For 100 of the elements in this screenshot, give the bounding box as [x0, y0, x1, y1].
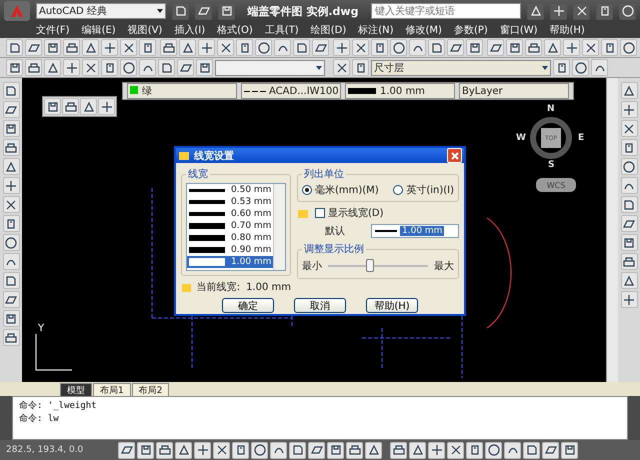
toolbar-button[interactable] — [447, 442, 464, 458]
menu-item[interactable]: 窗口(W) — [494, 22, 544, 38]
menu-item[interactable]: 插入(I) — [168, 22, 212, 38]
toolbar-button[interactable] — [120, 59, 137, 76]
toolbar-button[interactable] — [139, 39, 156, 56]
toolbar-button[interactable] — [177, 59, 194, 76]
toolbar-button[interactable] — [409, 442, 426, 458]
toolbar-button[interactable] — [6, 59, 23, 76]
toolbar-button[interactable] — [2, 196, 20, 213]
toolbar-button[interactable] — [198, 39, 215, 56]
dialog-button[interactable]: 取消 — [294, 298, 346, 313]
close-button[interactable] — [447, 148, 462, 163]
menu-item[interactable]: 参数(P) — [448, 22, 494, 38]
toolbar-button[interactable] — [591, 59, 608, 76]
toolbar-button[interactable] — [573, 2, 590, 20]
toolbar-button[interactable] — [232, 442, 249, 458]
toolbar-button[interactable] — [251, 442, 268, 458]
toolbar-button[interactable] — [620, 158, 638, 175]
dialog-button[interactable]: 确定 — [222, 298, 274, 313]
toolbar-button[interactable] — [447, 39, 464, 56]
toolbar-button[interactable] — [2, 158, 20, 175]
toolbar-button[interactable] — [2, 329, 20, 346]
toolbar-button[interactable] — [25, 39, 42, 56]
toolbar-button[interactable] — [158, 59, 175, 76]
dialog-button[interactable]: 帮助(H) — [366, 298, 418, 313]
workspace-dropdown[interactable]: AutoCAD 经典 — [36, 3, 166, 19]
toolbar-button[interactable] — [63, 59, 80, 76]
scrollbar[interactable] — [273, 184, 286, 270]
toolbar-button[interactable] — [120, 39, 137, 56]
toolbar-button[interactable] — [175, 442, 192, 458]
unit-radio[interactable]: 英寸(in)(I) — [393, 183, 454, 197]
lineweight-item[interactable]: 0.53 mm — [187, 196, 274, 208]
toolbar-button[interactable] — [390, 442, 407, 458]
toolbar-button[interactable] — [333, 59, 350, 76]
toolbar-button[interactable] — [172, 2, 189, 20]
toolbar-button[interactable] — [2, 120, 20, 137]
menu-item[interactable]: 编辑(E) — [76, 22, 122, 38]
toolbar-button[interactable] — [553, 59, 570, 76]
toolbar-button[interactable] — [485, 442, 502, 458]
toolbar-button[interactable] — [596, 2, 613, 20]
toolbar-button[interactable] — [620, 272, 638, 289]
lineweight-dropdown[interactable]: 1.00 mm — [345, 83, 455, 99]
toolbar-button[interactable] — [620, 101, 638, 118]
toolbar-button[interactable] — [218, 2, 235, 20]
lineweight-list[interactable]: 0.50 mm 0.53 mm 0.60 mm 0.70 mm 0.80 mm 0.90 mm 1.00 mm — [186, 183, 286, 271]
toolbar-button[interactable] — [63, 39, 80, 56]
toolbar-button[interactable] — [137, 442, 154, 458]
lineweight-item[interactable]: 0.50 mm — [187, 184, 274, 196]
toolbar-button[interactable] — [333, 39, 350, 56]
toolbar-button[interactable] — [620, 253, 638, 270]
toolbar-button[interactable] — [620, 177, 638, 194]
toolbar-button[interactable] — [466, 442, 483, 458]
layout-tab[interactable]: 布局1 — [93, 383, 131, 396]
toolbar-button[interactable] — [156, 442, 173, 458]
toolbar-button[interactable] — [2, 310, 20, 327]
toolbar-button[interactable] — [582, 39, 599, 56]
toolbar-button[interactable] — [561, 442, 578, 458]
layout-tab[interactable]: 布局2 — [132, 383, 170, 396]
plotstyle-dropdown[interactable]: ByLayer — [459, 83, 569, 99]
toolbar-button[interactable] — [160, 39, 177, 56]
lineweight-item[interactable]: 0.60 mm — [187, 208, 274, 220]
toolbar-button[interactable] — [139, 59, 156, 76]
menu-item[interactable]: 标注(N) — [352, 22, 400, 38]
toolbar-button[interactable] — [542, 442, 559, 458]
toolbar-button[interactable] — [327, 442, 344, 458]
toolbar-button[interactable] — [544, 39, 561, 56]
toolbar-button[interactable] — [466, 39, 483, 56]
menu-item[interactable]: 绘图(D) — [304, 22, 352, 38]
toolbar-button[interactable] — [527, 2, 544, 20]
linetype-dropdown[interactable]: ACAD...IW100 — [241, 83, 341, 99]
menu-item[interactable]: 帮助(H) — [544, 22, 591, 38]
default-lineweight-dropdown[interactable]: 1.00 mm — [371, 224, 459, 238]
menu-item[interactable]: 工具(T) — [258, 22, 305, 38]
toolbar-button[interactable] — [82, 39, 99, 56]
toolbar-button[interactable] — [196, 59, 213, 76]
toolbar-button[interactable] — [312, 39, 329, 56]
lineweight-item[interactable]: 0.70 mm — [187, 220, 274, 232]
toolbar-button[interactable] — [44, 39, 61, 56]
toolbar-button[interactable] — [2, 291, 20, 308]
toolbar-button[interactable] — [620, 139, 638, 156]
toolbar-button[interactable] — [620, 196, 638, 213]
display-lineweight-checkbox[interactable]: 显示线宽(D) — [315, 206, 384, 220]
toolbar-button[interactable] — [6, 39, 23, 56]
toolbar-button[interactable] — [44, 59, 61, 76]
toolbar-button[interactable] — [255, 39, 272, 56]
toolbar-button[interactable] — [620, 120, 638, 137]
toolbar-button[interactable] — [270, 442, 287, 458]
scale-slider[interactable] — [328, 258, 428, 274]
toolbar-button[interactable] — [236, 39, 253, 56]
toolbar-button[interactable] — [194, 442, 211, 458]
toolbar-button[interactable] — [619, 2, 636, 20]
toolbar-button[interactable] — [217, 39, 234, 56]
color-dropdown[interactable]: 绿 — [127, 83, 237, 99]
unit-radio[interactable]: 毫米(mm)(M) — [302, 183, 379, 197]
toolbar-button[interactable] — [563, 39, 580, 56]
toolbar-button[interactable] — [620, 291, 638, 308]
toolbar-button[interactable] — [2, 139, 20, 156]
search-field[interactable]: 键入关键字或短语 — [371, 3, 521, 19]
toolbar-button[interactable] — [371, 39, 388, 56]
toolbar-button[interactable] — [2, 101, 20, 118]
